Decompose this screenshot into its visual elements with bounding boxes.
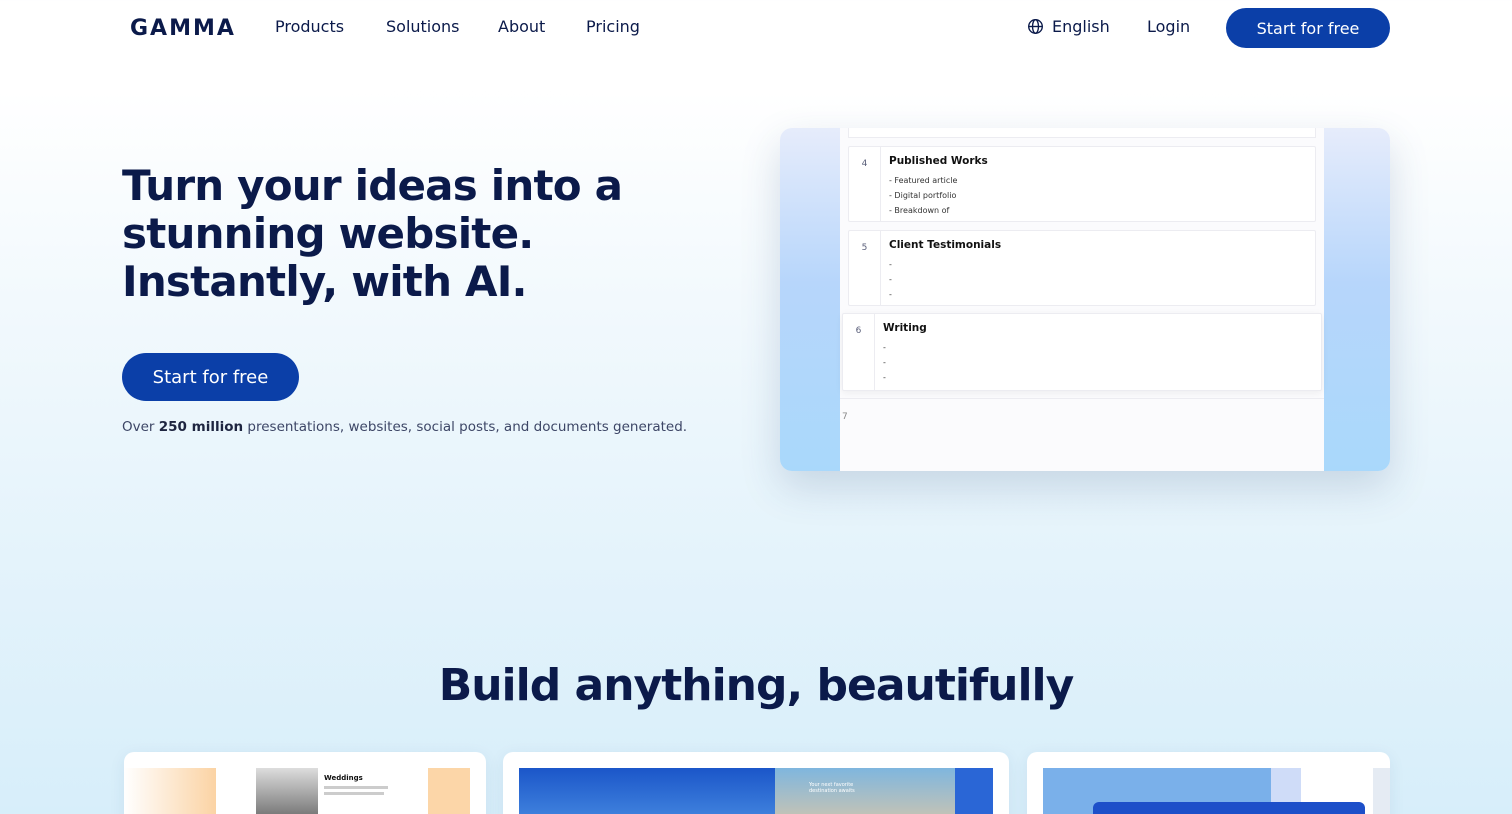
outline-row-active[interactable]: 6 Writing - - - [842,313,1322,391]
nav-products[interactable]: Products [275,17,344,36]
example-card[interactable]: Your next favorite destination awaits [503,752,1009,814]
row-item: - [883,373,886,382]
row-item: - Featured article [889,176,958,185]
section-title: Build anything, beautifully [438,660,1075,711]
thumb-block [428,768,470,814]
card-label: Your next favorite destination awaits [809,782,855,794]
hero-title: Turn your ideas into a stunning website.… [122,161,623,306]
top-nav: GAMMA Products Solutions About Pricing E… [0,0,1512,56]
row-number: 5 [849,231,881,305]
row-item: - Breakdown of [889,206,950,215]
thumb-block [1093,802,1365,814]
row-heading: Writing [883,322,927,334]
thumb-block [519,768,775,814]
row-number: 7 [842,412,848,422]
outline-row[interactable]: 4 Published Works - Featured article - D… [848,146,1316,222]
nav-about[interactable]: About [498,17,545,36]
card-label: Weddings [324,774,363,782]
row-heading: Client Testimonials [889,239,1002,251]
text-line [324,792,384,795]
thumb-block [124,768,216,814]
hero-sub-count: 250 million [158,419,244,435]
row-item: - [889,275,892,284]
row-item: - [889,260,892,269]
language-selector[interactable]: English [1027,17,1110,36]
thumb-block [1271,768,1301,802]
row-heading: Published Works [889,155,988,167]
example-card[interactable] [1027,752,1390,814]
row-item: - [883,358,886,367]
row-number: 4 [849,147,881,221]
nav-solutions[interactable]: Solutions [386,17,460,36]
example-card[interactable]: Weddings [124,752,486,814]
login-link[interactable]: Login [1147,17,1190,36]
hero-sub-prefix: Over [122,419,159,435]
language-label: English [1052,17,1110,36]
divider [840,398,1324,399]
outline-row-partial [848,128,1316,138]
nav-start-button[interactable]: Start for free [1226,8,1390,48]
row-number: 6 [843,314,875,390]
hero-start-button[interactable]: Start for free [122,353,299,401]
row-item: - [883,343,886,352]
row-item: - Digital portfolio [889,191,957,200]
outline-document: 4 Published Works - Featured article - D… [840,128,1324,471]
row-item: - [889,290,892,299]
nav-pricing[interactable]: Pricing [586,17,640,36]
hero-sub-suffix: presentations, websites, social posts, a… [243,419,688,435]
product-preview: 4 Published Works - Featured article - D… [780,128,1390,471]
thumb-block [955,768,993,814]
outline-row[interactable]: 5 Client Testimonials - - - [848,230,1316,306]
thumb-block [1373,768,1390,814]
photo-thumbnail [256,768,318,814]
globe-icon [1028,19,1043,34]
text-line [324,786,388,789]
hero-subtitle: Over 250 million presentations, websites… [122,419,687,435]
gamma-logo[interactable]: GAMMA [130,16,236,41]
